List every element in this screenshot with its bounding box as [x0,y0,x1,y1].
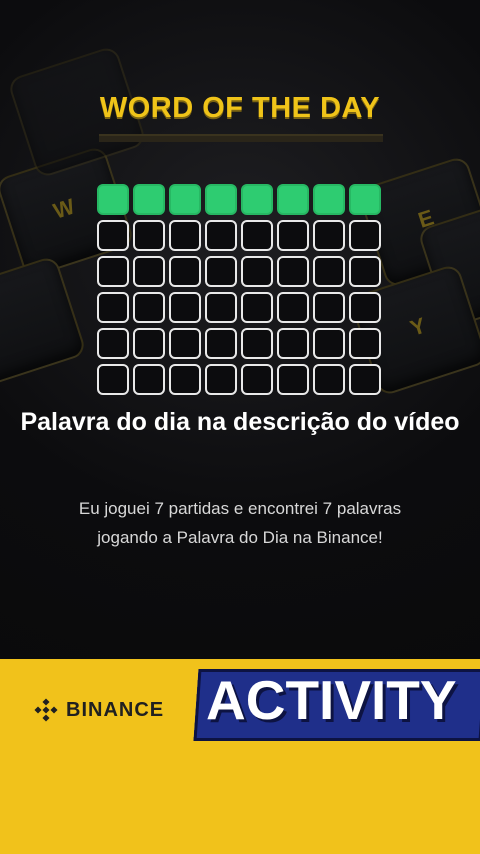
grid-tile-empty [97,220,129,251]
grid-tile-correct [241,184,273,215]
grid-tile-empty [205,364,237,395]
binance-brand: BINANCE [34,698,164,722]
grid-tile-empty [349,292,381,323]
grid-tile-empty [169,328,201,359]
grid-tile-empty [313,220,345,251]
word-of-the-day-title: WORD OF THE DAY [99,92,381,124]
grid-tile-empty [277,256,309,287]
grid-tile-empty [241,292,273,323]
grid-tile-empty [313,292,345,323]
brand-name: BINANCE [66,698,165,721]
grid-tile-empty [277,292,309,323]
grid-tile-empty [133,220,165,251]
grid-tile-correct [97,184,129,215]
grid-tile-empty [169,364,201,395]
grid-tile-empty [205,220,237,251]
grid-tile-empty [97,328,129,359]
grid-tile-empty [97,256,129,287]
binance-logo-icon [34,698,58,722]
grid-tile-empty [133,256,165,287]
grid-tile-correct [313,184,345,215]
grid-tile-empty [205,292,237,323]
grid-tile-empty [133,292,165,323]
story-frame: W E Y WORD OF THE DAY WORD OF THE DAY Pa… [0,0,480,854]
grid-tile-empty [313,364,345,395]
grid-tile-correct [133,184,165,215]
grid-tile-empty [205,256,237,287]
grid-tile-empty [349,220,381,251]
activity-banner-text: ACTIVITY [206,669,457,731]
word-grid [97,184,385,395]
grid-tile-empty [277,328,309,359]
grid-tile-empty [133,328,165,359]
grid-tile-empty [241,256,273,287]
grid-tile-empty [97,364,129,395]
grid-tile-empty [277,364,309,395]
grid-tile-empty [313,256,345,287]
grid-tile-empty [349,364,381,395]
grid-tile-empty [241,328,273,359]
grid-tile-empty [205,328,237,359]
grid-tile-empty [169,292,201,323]
grid-tile-empty [241,364,273,395]
grid-tile-correct [205,184,237,215]
grid-tile-empty [349,256,381,287]
title-underline [99,134,383,142]
keyboard-key-decoration [0,254,88,390]
grid-tile-empty [241,220,273,251]
grid-tile-empty [169,256,201,287]
grid-tile-empty [169,220,201,251]
grid-tile-empty [313,328,345,359]
description: Eu joguei 7 partidas e encontrei 7 palav… [78,499,402,547]
grid-tile-correct [349,184,381,215]
grid-tile-empty [277,220,309,251]
grid-tile-empty [97,292,129,323]
grid-tile-correct [169,184,201,215]
grid-tile-empty [133,364,165,395]
headline: Palavra do dia na descrição do vídeo [20,408,460,436]
grid-tile-empty [349,328,381,359]
grid-tile-correct [277,184,309,215]
